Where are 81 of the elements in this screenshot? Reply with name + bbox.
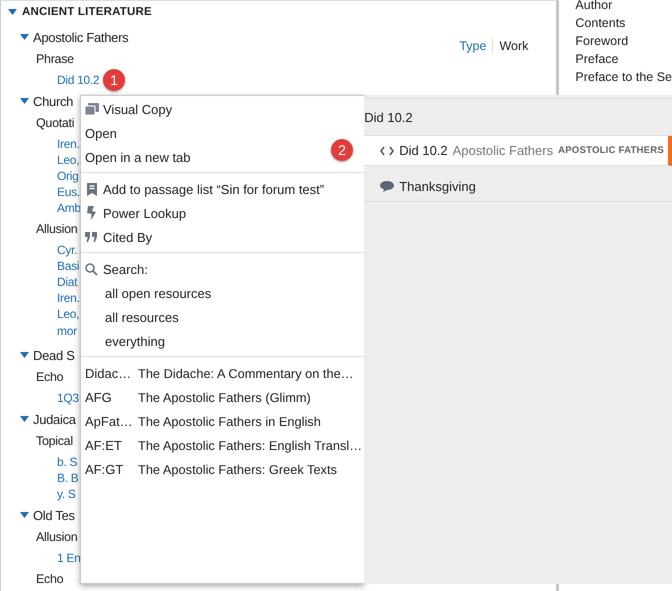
section-label: Quotati	[36, 115, 74, 132]
reference-link[interactable]: Amb	[57, 200, 81, 216]
menu-item[interactable]: all resources	[81, 305, 364, 329]
resource-title: The Apostolic Fathers: English Transl…	[138, 438, 362, 452]
tree-item[interactable]: Church	[33, 94, 74, 108]
resource-abbreviation: AFG	[85, 390, 113, 404]
reference-link[interactable]: Eus.	[57, 184, 80, 200]
reference-link[interactable]: Did 10.2	[57, 72, 100, 88]
resource-abbreviation: Didac…	[85, 366, 132, 380]
section-label: Allusion	[36, 529, 78, 546]
quote-icon	[85, 232, 98, 242]
caret-icon[interactable]	[20, 414, 29, 424]
reference-link[interactable]: Orig	[57, 168, 78, 184]
menu-item[interactable]: everything	[81, 329, 364, 353]
resource-abbreviation: AF:ET	[85, 438, 123, 452]
resource-title: The Apostolic Fathers in English	[138, 414, 321, 428]
caret-icon[interactable]	[8, 7, 17, 17]
menu-item[interactable]: all open resources	[81, 281, 364, 305]
reference-link[interactable]: Iren.	[57, 290, 80, 306]
result-row[interactable]: Thanksgiving	[364, 172, 672, 202]
resource-title: The Apostolic Fathers: Greek Texts	[138, 462, 337, 476]
search-icon	[85, 262, 98, 276]
bookmark-icon	[86, 182, 96, 196]
resource-title: The Apostolic Fathers (Glimm)	[138, 390, 311, 404]
contents-item[interactable]: Preface to the Se	[575, 70, 672, 84]
tree-item[interactable]: Apostolic Fathers	[33, 30, 128, 44]
caret-icon[interactable]	[20, 32, 29, 42]
resource-item[interactable]: AFG The Apostolic Fathers (Glimm)	[81, 385, 364, 409]
tree-item[interactable]: Old Tes	[33, 508, 75, 522]
preview-title: Did 10.2	[364, 110, 413, 124]
contents-item[interactable]: Contents	[575, 16, 626, 30]
tree-item[interactable]: Dead S	[33, 348, 75, 362]
menu-item[interactable]: Add to passage list “Sin for forum test”	[81, 177, 364, 201]
view-tab[interactable]: Work	[493, 37, 534, 55]
contents-item[interactable]: Preface	[575, 52, 618, 66]
reference-link[interactable]: Cyr.	[57, 242, 78, 258]
section-label: Topical	[36, 433, 73, 450]
image-stack-icon	[84, 102, 98, 116]
caret-icon[interactable]	[20, 510, 29, 520]
speech-bubble-icon	[380, 181, 394, 192]
resource-item[interactable]: AF:GT The Apostolic Fathers: Greek Texts	[81, 457, 364, 481]
step-badge: 1	[103, 69, 125, 91]
menu-item[interactable]: Search:	[81, 257, 364, 281]
section-label: Echo	[36, 369, 64, 386]
resource-title: The Didache: A Commentary on the…	[138, 366, 354, 380]
work-name: Apostolic Fathers	[452, 143, 554, 158]
topic-label: Thanksgiving	[399, 179, 476, 194]
resource-item[interactable]: ApFat… The Apostolic Fathers in English	[81, 409, 364, 433]
result-row[interactable]: Did 10.2 Apostolic Fathers APOSTOLIC FATHERS	[364, 136, 672, 166]
reference-link[interactable]: b. S	[57, 454, 78, 470]
reference-text: Did 10.2	[399, 143, 448, 158]
caret-icon[interactable]	[20, 96, 29, 106]
menu-item[interactable]: Cited By	[81, 225, 364, 249]
category-heading: ANCIENT LITERATURE	[22, 6, 152, 18]
menu-item[interactable]: Power Lookup	[81, 201, 364, 225]
resource-item[interactable]: Didac… The Didache: A Commentary on the…	[81, 361, 364, 385]
caret-icon[interactable]	[20, 350, 29, 360]
category-label: APOSTOLIC FATHERS	[558, 145, 665, 156]
section-label: Allusion	[36, 221, 78, 238]
reference-link[interactable]: Iren.	[57, 136, 80, 152]
resource-item[interactable]: AF:ET The Apostolic Fathers: English Transl…	[81, 433, 364, 457]
reference-link[interactable]: Leo,	[57, 152, 80, 168]
code-brackets-icon	[380, 146, 394, 156]
contents-item[interactable]: Foreword	[575, 34, 628, 48]
more-link[interactable]: mor	[57, 322, 77, 341]
view-tab[interactable]: Type	[453, 37, 492, 55]
tree-item[interactable]: Judaica	[33, 412, 76, 426]
reference-link[interactable]: 1 En	[57, 550, 80, 566]
section-label: Phrase	[36, 51, 74, 68]
reference-link[interactable]: Basi	[57, 258, 80, 274]
reference-link[interactable]: Leo,	[57, 306, 80, 322]
reference-link[interactable]: Diat	[57, 274, 78, 290]
resource-abbreviation: AF:GT	[85, 462, 124, 476]
reference-link[interactable]: 1Q3	[57, 390, 79, 406]
lightning-icon	[86, 206, 97, 220]
menu-item[interactable]: Visual Copy	[81, 97, 364, 121]
section-label: Echo	[36, 571, 64, 588]
reference-link[interactable]: y. S	[57, 486, 76, 502]
reference-link[interactable]: B. B	[57, 470, 78, 486]
resource-abbreviation: ApFat…	[85, 414, 134, 428]
contents-item[interactable]: Author	[575, 0, 612, 12]
